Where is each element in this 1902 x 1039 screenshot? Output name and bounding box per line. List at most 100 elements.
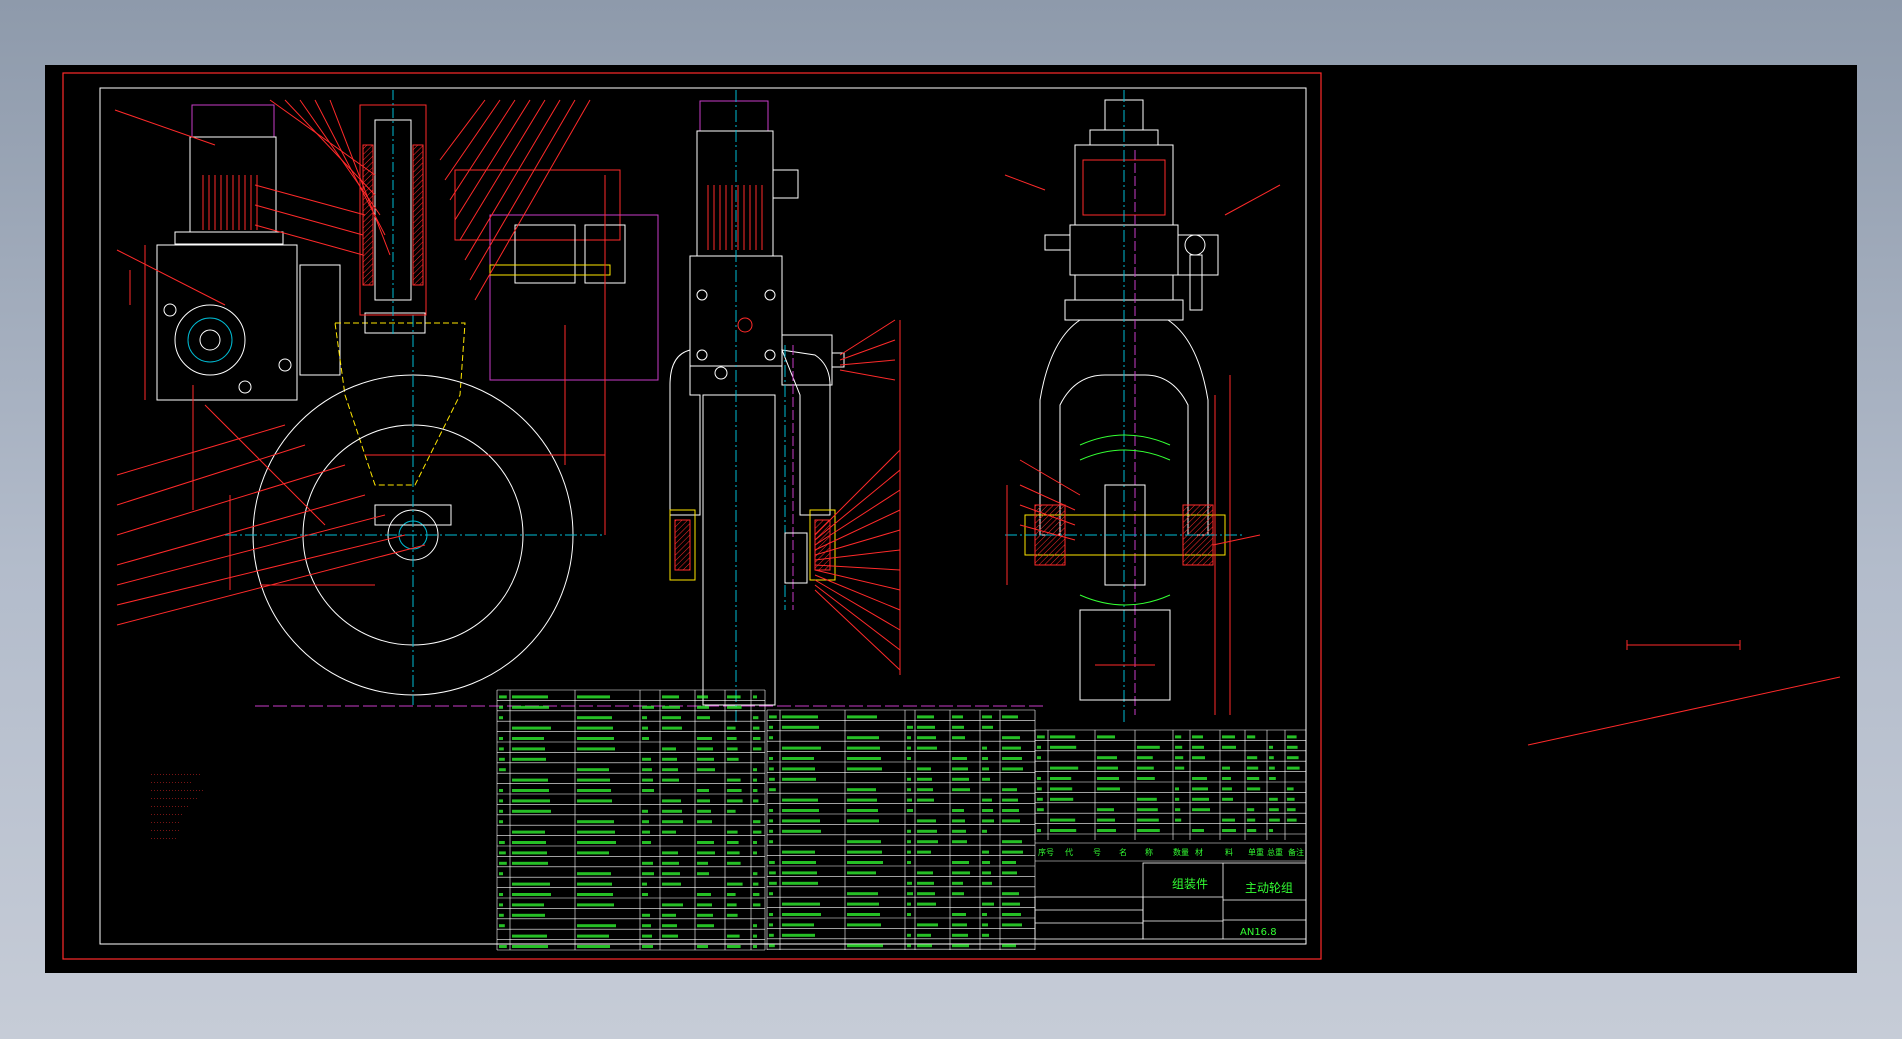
table-cell-text [982,902,994,906]
table-cell-text [982,933,989,937]
table-cell-text [577,903,614,907]
table-cell-text [577,882,612,886]
assembly-label: 组装件 [1172,877,1208,891]
table-cell-text [727,903,737,907]
table-cell-text [1269,818,1280,822]
table-cell-text [847,757,881,760]
table-cell-text [769,944,775,948]
table-cell-text [1097,756,1117,760]
table-cell-text [907,892,913,896]
svg-text:.................: ................. [150,771,201,777]
table-cell-text [1247,818,1256,822]
table-cell-text [1050,829,1077,832]
table-cell-text [697,861,708,865]
table-cell-text [847,923,881,927]
table-cell-text [1192,756,1205,760]
table-cell-text [662,757,677,761]
table-cell-text [982,881,992,885]
table-cell-text [577,893,613,896]
table-cell-text [1050,818,1076,822]
table-cell-text [662,851,678,855]
table-cell-text [512,830,545,834]
table-cell-text [512,934,547,938]
table-cell-text [907,746,911,750]
table-cell-text [1097,829,1116,832]
table-cell-text [917,798,934,802]
table-cell-text [982,767,989,771]
table-cell-text [782,850,815,854]
table-cell-text [753,851,757,855]
table-cell-text [917,788,933,792]
table-cell-text [1247,787,1261,791]
table-cell-text [847,819,879,823]
table-cell-text [512,903,544,907]
table-cell-text [1247,808,1255,812]
svg-text:..........: .......... [150,827,180,833]
table-cell-text [1222,829,1236,832]
table-cell-text [727,799,743,803]
table-cell-text [952,767,968,771]
table-cell-text [697,841,714,844]
table-cell-text [769,788,776,792]
table-cell-text [577,747,615,751]
table-cell-text [982,829,987,833]
bom-header-cell: 总重 [1267,847,1283,857]
table-cell-text [1269,777,1276,780]
table-cell-text [512,757,546,761]
table-cell-text [782,809,819,812]
table-cell-text [1269,797,1278,801]
table-cell-text [917,715,934,719]
table-cell-text [642,789,654,792]
table-cell-text [782,923,814,927]
table-cell-text [727,737,737,740]
table-cell-text [499,893,503,896]
table-cell-text [847,850,882,854]
table-cell-text [1137,756,1153,760]
table-cell-text [499,913,504,917]
table-cell-text [727,726,736,730]
table-cell-text [907,881,912,885]
table-cell-text [642,913,650,917]
table-cell-text [1192,808,1210,812]
table-cell-text [917,829,937,833]
table-cell-text [753,789,758,792]
table-cell-text [512,841,546,844]
cad-model-space[interactable]: ................. .............. .......… [45,65,1857,973]
table-cell-text [1002,736,1020,740]
svg-text:.........: ......... [150,835,177,841]
table-cell-text [753,768,757,772]
table-cell-text [769,923,773,927]
table-cell-text [753,924,757,928]
bom-header-cell: 料 [1225,847,1233,857]
table-cell-text [1037,808,1044,812]
table-cell-text [642,809,648,813]
table-cell-text [697,757,714,761]
table-cell-text [769,913,773,916]
table-cell-text [662,768,678,772]
table-cell-text [753,882,759,886]
table-cell-text [847,840,881,844]
table-cell-text [1269,829,1273,832]
table-cell-text [577,726,613,730]
table-cell-text [1222,797,1233,801]
table-cell-text [982,746,987,750]
table-cell-text [662,799,681,803]
table-cell-text [1175,818,1182,822]
table-cell-text [512,778,548,782]
table-cell-text [753,737,761,740]
table-cell-text [499,903,503,907]
table-cell-text [1287,745,1298,749]
table-cell-text [917,850,931,854]
table-cell-text [952,840,967,844]
table-cell-text [769,871,776,875]
table-cell-text [697,789,709,792]
table-cell-text [1002,861,1016,864]
table-cell-text [952,944,969,948]
svg-text:.............: ............. [150,803,189,809]
table-cell-text [952,923,967,927]
table-cell-text [782,861,816,864]
table-cell-text [512,882,550,886]
table-cell-text [1002,902,1020,906]
table-cell-text [1002,757,1022,760]
table-cell-text [1002,809,1019,812]
